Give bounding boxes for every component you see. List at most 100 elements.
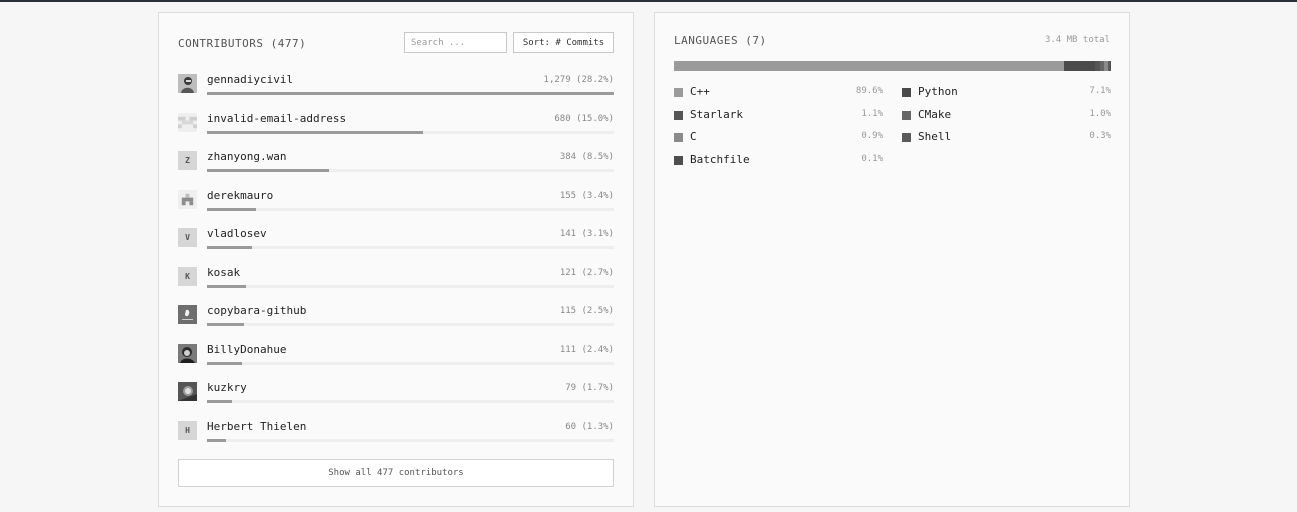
contributors-search-input[interactable] [404,32,507,53]
language-legend-item: Shell 0.3% [902,129,1111,152]
contributor-commit-count: 60 (1.3%) [565,421,614,432]
contribution-bar-fill [207,92,614,95]
contribution-bar-track [207,92,614,95]
avatar-photo-icon [178,382,197,401]
contribution-bar-track [207,130,614,134]
language-percent: 0.3% [1089,131,1111,141]
top-border [0,0,1297,2]
languages-title: LANGUAGES (7) [674,34,767,47]
languages-total-size: 3.4 MB total [1044,35,1110,45]
language-percent: 1.0% [1089,108,1111,119]
language-percent: 89.6% [855,86,883,96]
avatar: K [178,266,197,286]
language-legend-item: Batchfile 0.1% [674,152,883,175]
language-name: Batchfile [690,152,750,166]
contributor-row[interactable]: gennadiycivil 1,279 (28.2%) [178,72,614,111]
language-name: Python [918,85,958,98]
contribution-bar-track [207,323,614,326]
language-legend-item: C++ 89.6% [674,84,883,107]
contributor-name[interactable]: copybara-github [207,304,306,317]
contributors-list: gennadiycivil 1,279 (28.2%) invalid-email-… [178,72,614,457]
language-swatch-icon [674,110,683,120]
contributor-name[interactable]: gennadiycivil [207,73,293,86]
contributor-row[interactable]: Vvladlosev 141 (3.1%) [178,226,614,265]
contributor-commit-count: 79 (1.7%) [565,383,614,393]
contributors-panel: CONTRIBUTORS (477) Sort: # Commits genna… [158,12,634,507]
language-bar-segment [1064,61,1096,71]
language-legend-item: C 0.9% [674,129,883,152]
contributor-commit-count: 111 (2.4%) [559,344,614,355]
contribution-bar-fill [207,323,244,326]
contributor-commit-count: 1,279 (28.2%) [543,75,614,85]
avatar-identicon-icon [178,112,197,132]
avatar-identicon-icon [178,189,197,209]
language-swatch-icon [674,155,683,165]
avatar: V [178,228,197,247]
contributor-name[interactable]: derekmauro [207,189,273,202]
avatar: H [178,420,197,440]
language-swatch-icon [674,133,683,142]
contributor-name[interactable]: kosak [207,266,240,279]
contributor-row[interactable]: Zzhanyong.wan 384 (8.5%) [178,149,614,188]
language-legend-item: CMake 1.0% [902,107,1111,130]
contributor-row[interactable]: kuzkry 79 (1.7%) [178,380,614,419]
contributor-commit-count: 155 (3.4%) [559,190,614,201]
contribution-bar-fill [207,246,252,249]
contributor-row[interactable]: Kkosak 121 (2.7%) [178,265,614,304]
sort-button[interactable]: Sort: # Commits [513,32,614,53]
contributor-commit-count: 121 (2.7%) [559,267,614,278]
contribution-bar-fill [207,438,227,442]
contribution-bar-track [207,284,614,288]
contributor-commit-count: 384 (8.5%) [559,152,614,162]
contributor-row[interactable]: invalid-email-address 680 (15.0%) [178,111,614,150]
contribution-bar-track [207,246,614,249]
contributor-name[interactable]: zhanyong.wan [207,150,286,163]
contributor-row[interactable]: BillyDonahue 111 (2.4%) [178,342,614,381]
contribution-bar-fill [207,361,243,365]
language-percent: 0.9% [861,131,883,141]
contributor-name[interactable]: vladlosev [207,227,267,240]
contributor-row[interactable]: derekmauro 155 (3.4%) [178,188,614,227]
contributor-commit-count: 680 (15.0%) [554,113,614,124]
contribution-bar-fill [207,284,246,288]
contribution-bar-fill [207,130,423,134]
contributor-commit-count: 115 (2.5%) [559,306,614,316]
language-percent: 1.1% [861,108,883,119]
contribution-bar-fill [207,400,233,403]
language-legend-item: Starlark 1.1% [674,107,883,130]
contribution-bar-fill [207,169,330,172]
language-name: C++ [690,85,710,98]
languages-bar [674,61,1110,71]
language-swatch-icon [902,88,911,97]
language-percent: 7.1% [1089,86,1111,96]
contributors-title: CONTRIBUTORS (477) [178,37,307,50]
contributor-commit-count: 141 (3.1%) [559,229,614,239]
contribution-bar-track [207,361,614,365]
contributor-name[interactable]: BillyDonahue [207,343,286,356]
language-name: CMake [918,107,952,121]
language-swatch-icon [674,88,683,97]
language-legend-item: Python 7.1% [902,84,1111,107]
contributor-name[interactable]: Herbert Thielen [207,420,306,433]
contributor-name[interactable]: kuzkry [207,381,247,394]
contribution-bar-track [207,169,614,172]
contribution-bar-track [207,438,614,442]
language-bar-segment [674,61,1065,71]
language-name: C [690,130,697,143]
avatar: Z [178,151,197,170]
avatar-photo-icon [178,74,197,93]
language-name: Starlark [690,107,743,121]
contributor-row[interactable]: copybara-github 115 (2.5%) [178,303,614,342]
show-all-contributors-button[interactable]: Show all 477 contributors [178,459,614,487]
languages-panel: LANGUAGES (7) 3.4 MB total C++ 89.6% Pytho… [654,12,1130,507]
contribution-bar-track [207,400,614,403]
language-percent: 0.1% [861,153,883,164]
contribution-bar-fill [207,207,256,211]
contributor-name[interactable]: invalid-email-address [207,112,346,125]
avatar-copybara-icon [178,305,197,324]
language-name: Shell [918,130,952,143]
contribution-bar-track [207,207,614,211]
language-swatch-icon [902,110,911,120]
language-swatch-icon [902,133,911,142]
contributor-row[interactable]: H Herbert Thielen 60 (1.3%) [178,419,614,458]
